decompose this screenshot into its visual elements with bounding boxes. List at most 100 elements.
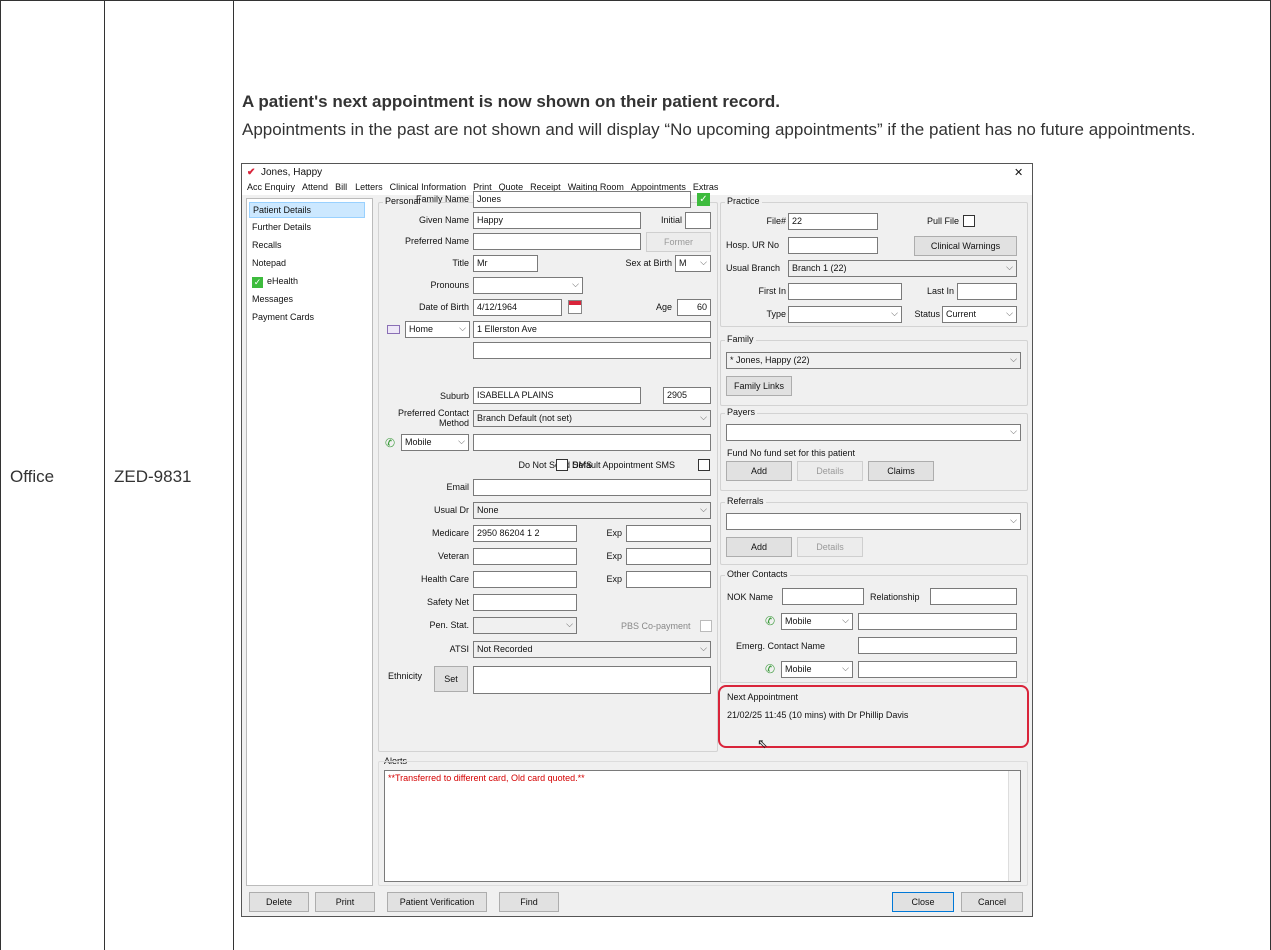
menu-clinical-information[interactable]: Clinical Information: [390, 182, 467, 192]
nav-patient-details[interactable]: Patient Details: [249, 202, 365, 218]
nav-recalls[interactable]: Recalls: [249, 238, 365, 254]
address-line2-field[interactable]: [473, 342, 711, 359]
nav-further-details[interactable]: Further Details: [249, 220, 365, 236]
menu-acc-enquiry[interactable]: Acc Enquiry: [247, 182, 295, 192]
relationship-field[interactable]: [930, 588, 1017, 605]
chevron-down-icon: ⌵: [842, 663, 849, 673]
nok-phone-field[interactable]: [858, 613, 1017, 630]
phone-type-select[interactable]: Mobile ⌵: [401, 434, 469, 451]
nok-phone-type-select[interactable]: Mobile ⌵: [781, 613, 853, 630]
first-in-field[interactable]: [788, 283, 902, 300]
patient-verification-button[interactable]: Patient Verification: [387, 892, 487, 912]
nok-name-field[interactable]: [782, 588, 864, 605]
usual-dr-select[interactable]: None ⌵: [473, 502, 711, 519]
nav-ehealth[interactable]: eHealth: [264, 274, 364, 290]
sex-select[interactable]: M ⌵: [675, 255, 711, 272]
calendar-icon[interactable]: [568, 300, 582, 314]
suburb-field[interactable]: ISABELLA PLAINS: [473, 387, 641, 404]
health-care-exp-field[interactable]: [626, 571, 711, 588]
payers-select[interactable]: ⌵: [726, 424, 1021, 441]
veteran-field[interactable]: [473, 548, 577, 565]
preferred-name-field[interactable]: [473, 233, 641, 250]
other-contacts-group-title: Other Contacts: [725, 569, 790, 579]
atsi-label: ATSI: [449, 644, 469, 654]
hosp-ur-field[interactable]: [788, 237, 878, 254]
pen-stat-select[interactable]: ⌵: [473, 617, 577, 634]
menu-letters[interactable]: Letters: [355, 182, 383, 192]
pronouns-select[interactable]: ⌵: [473, 277, 583, 294]
age-field[interactable]: 60: [677, 299, 711, 316]
emerg-contact-field[interactable]: [858, 637, 1017, 654]
menu-attend[interactable]: Attend: [302, 182, 328, 192]
dob-label: Date of Birth: [418, 302, 469, 312]
nav-payment-cards[interactable]: Payment Cards: [249, 310, 365, 326]
address-line1-field[interactable]: 1 Ellerston Ave: [473, 321, 711, 338]
medicare-exp-field[interactable]: [626, 525, 711, 542]
patient-window: ✔ Jones, Happy ✕ Acc Enquiry Attend Bill Le…: [241, 163, 1033, 917]
payers-add-button[interactable]: Add: [726, 461, 792, 481]
menu-bill[interactable]: Bill: [335, 182, 347, 192]
ethnicity-set-button[interactable]: Set: [434, 666, 468, 692]
postcode-field[interactable]: 2905: [663, 387, 711, 404]
phone-type-value: Mobile: [405, 437, 432, 447]
clinical-warnings-button[interactable]: Clinical Warnings: [914, 236, 1017, 256]
family-name-field[interactable]: Jones: [473, 191, 691, 208]
former-button[interactable]: Former: [646, 232, 711, 252]
print-button[interactable]: Print: [315, 892, 375, 912]
alerts-scrollbar[interactable]: [1008, 771, 1020, 881]
family-links-button[interactable]: Family Links: [726, 376, 792, 396]
atsi-select[interactable]: Not Recorded ⌵: [473, 641, 711, 658]
title-field[interactable]: Mr: [473, 255, 538, 272]
email-label: Email: [446, 482, 469, 492]
given-name-field[interactable]: Happy: [473, 212, 641, 229]
close-icon[interactable]: ✕: [1014, 166, 1023, 179]
menu-extras[interactable]: Extras: [693, 182, 719, 192]
medicare-field[interactable]: 2950 86204 1 2: [473, 525, 577, 542]
nav-notepad[interactable]: Notepad: [249, 256, 365, 272]
no-sms-checkbox[interactable]: [556, 459, 568, 471]
chevron-down-icon: ⌵: [1010, 354, 1017, 364]
referrals-add-button[interactable]: Add: [726, 537, 792, 557]
category-cell: Office: [10, 467, 55, 486]
veteran-exp-field[interactable]: [626, 548, 711, 565]
chevron-down-icon: ⌵: [700, 504, 707, 514]
family-name-verified-icon: ✓: [697, 193, 710, 206]
usual-branch-select[interactable]: Branch 1 (22) ⌵: [788, 260, 1017, 277]
initial-field[interactable]: [685, 212, 711, 229]
file-field[interactable]: 22: [788, 213, 878, 230]
chevron-down-icon: ⌵: [1010, 515, 1017, 525]
alerts-textarea[interactable]: **Transferred to different card, Old car…: [384, 770, 1021, 882]
type-select[interactable]: ⌵: [788, 306, 902, 323]
phone-field[interactable]: [473, 434, 711, 451]
close-button[interactable]: Close: [892, 892, 954, 912]
find-button[interactable]: Find: [499, 892, 559, 912]
chevron-down-icon: ⌵: [842, 615, 849, 625]
safety-net-field[interactable]: [473, 594, 577, 611]
email-field[interactable]: [473, 479, 711, 496]
ethnicity-label: Ethnicity: [388, 671, 423, 681]
ethnicity-field[interactable]: [473, 666, 711, 694]
pbs-co-payment-checkbox[interactable]: [700, 620, 712, 632]
payers-claims-button[interactable]: Claims: [868, 461, 934, 481]
health-care-field[interactable]: [473, 571, 577, 588]
hosp-ur-label: Hosp. UR No: [726, 240, 780, 250]
last-in-field[interactable]: [957, 283, 1017, 300]
table-border-left: [0, 0, 1, 950]
default-sms-label: Default Appointment SMS: [572, 460, 676, 470]
usual-branch-value: Branch 1 (22): [792, 263, 847, 273]
referrals-details-button[interactable]: Details: [797, 537, 863, 557]
delete-button[interactable]: Delete: [249, 892, 309, 912]
emerg-phone-field[interactable]: [858, 661, 1017, 678]
nav-messages[interactable]: Messages: [249, 292, 365, 308]
address-type-select[interactable]: Home ⌵: [405, 321, 470, 338]
contact-method-select[interactable]: Branch Default (not set) ⌵: [473, 410, 711, 427]
payers-details-button[interactable]: Details: [797, 461, 863, 481]
default-sms-checkbox[interactable]: [698, 459, 710, 471]
cancel-button[interactable]: Cancel: [961, 892, 1023, 912]
referrals-select[interactable]: ⌵: [726, 513, 1021, 530]
pull-file-checkbox[interactable]: [963, 215, 975, 227]
family-select[interactable]: * Jones, Happy (22) ⌵: [726, 352, 1021, 369]
emerg-phone-type-select[interactable]: Mobile ⌵: [781, 661, 853, 678]
dob-field[interactable]: 4/12/1964: [473, 299, 562, 316]
status-select[interactable]: Current ⌵: [942, 306, 1017, 323]
